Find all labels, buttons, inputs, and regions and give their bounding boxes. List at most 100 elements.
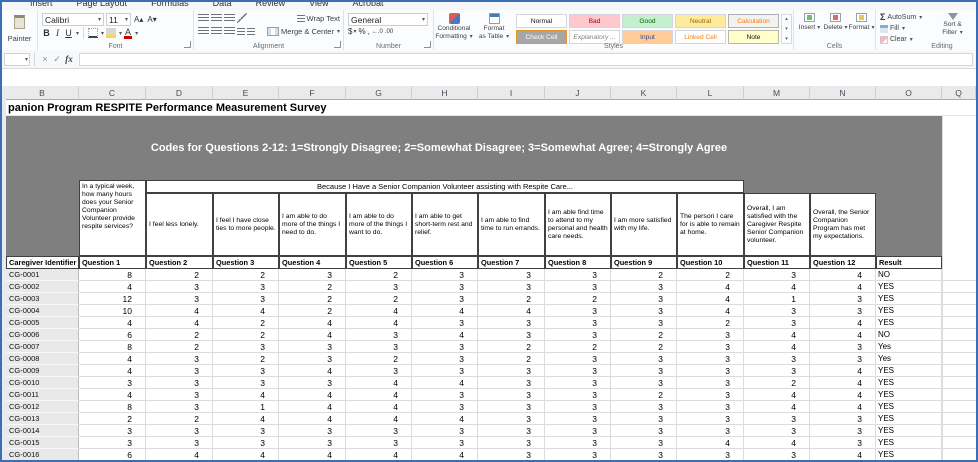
answer-cell[interactable]: 3 bbox=[279, 437, 346, 449]
answer-cell[interactable]: 4 bbox=[412, 329, 478, 341]
table-header-cell[interactable]: Question 10 bbox=[677, 256, 744, 269]
answer-cell[interactable]: 2 bbox=[545, 341, 611, 353]
answer-cell[interactable]: 3 bbox=[79, 425, 146, 437]
answer-cell[interactable]: 4 bbox=[79, 389, 146, 401]
answer-cell[interactable]: 3 bbox=[412, 281, 478, 293]
ribbon-tab-page-layout[interactable]: Page Layout bbox=[77, 2, 128, 10]
column-header-O[interactable]: O bbox=[876, 86, 942, 100]
answer-cell[interactable]: 6 bbox=[79, 329, 146, 341]
align-bottom-icon[interactable] bbox=[224, 14, 235, 23]
answer-cell[interactable]: 3 bbox=[146, 281, 213, 293]
answer-cell[interactable]: 3 bbox=[545, 389, 611, 401]
answer-cell[interactable]: 4 bbox=[744, 437, 810, 449]
answer-cell[interactable]: 3 bbox=[279, 425, 346, 437]
answer-cell[interactable]: 3 bbox=[412, 317, 478, 329]
format-painter-button[interactable]: Painter bbox=[2, 34, 37, 43]
ribbon-tab-insert[interactable]: Insert bbox=[30, 2, 53, 10]
answer-cell[interactable]: 2 bbox=[79, 413, 146, 425]
answer-cell[interactable]: 3 bbox=[611, 377, 677, 389]
table-header-cell[interactable]: Question 9 bbox=[611, 256, 677, 269]
answer-cell[interactable]: 4 bbox=[810, 281, 876, 293]
result-cell[interactable]: YES bbox=[876, 449, 942, 461]
comma-format-button[interactable]: , bbox=[368, 27, 370, 36]
answer-cell[interactable]: 3 bbox=[611, 437, 677, 449]
answer-cell[interactable]: 3 bbox=[677, 413, 744, 425]
answer-cell[interactable]: 4 bbox=[412, 449, 478, 461]
answer-cell[interactable]: 4 bbox=[279, 317, 346, 329]
answer-cell[interactable]: 3 bbox=[478, 281, 545, 293]
italic-button[interactable]: I bbox=[53, 28, 62, 38]
cancel-button[interactable]: × bbox=[39, 54, 51, 64]
answer-cell[interactable]: 3 bbox=[279, 353, 346, 365]
answer-cell[interactable]: 3 bbox=[412, 389, 478, 401]
question-description-cell[interactable]: I feel I have close ties to more people. bbox=[213, 193, 279, 256]
question-description-cell[interactable]: I am able find time to attend to my pers… bbox=[545, 193, 611, 256]
answer-cell[interactable]: 3 bbox=[346, 329, 412, 341]
cell-style-bad[interactable]: Bad bbox=[569, 14, 620, 28]
result-cell[interactable]: YES bbox=[876, 401, 942, 413]
answer-cell[interactable]: 3 bbox=[545, 449, 611, 461]
answer-cell[interactable]: 4 bbox=[146, 305, 213, 317]
answer-cell[interactable]: 3 bbox=[79, 377, 146, 389]
cell-style-check-cell[interactable]: Check Cell bbox=[516, 30, 567, 44]
answer-cell[interactable]: 3 bbox=[146, 365, 213, 377]
answer-cell[interactable]: 3 bbox=[677, 329, 744, 341]
answer-cell[interactable]: 3 bbox=[611, 317, 677, 329]
answer-cell[interactable]: 3 bbox=[744, 449, 810, 461]
autosum-button[interactable]: Σ AutoSum ▾ bbox=[880, 13, 934, 22]
answer-cell[interactable]: 3 bbox=[478, 389, 545, 401]
caregiver-id-cell[interactable]: CG-0008 bbox=[6, 353, 79, 365]
answer-cell[interactable]: 4 bbox=[810, 365, 876, 377]
answer-cell[interactable]: 3 bbox=[346, 365, 412, 377]
answer-cell[interactable]: 8 bbox=[79, 269, 146, 281]
answer-cell[interactable]: 2 bbox=[545, 293, 611, 305]
column-header-I[interactable]: I bbox=[478, 86, 545, 100]
because-header-cell[interactable]: Because I Have a Senior Companion Volunt… bbox=[146, 180, 744, 193]
answer-cell[interactable]: 4 bbox=[810, 329, 876, 341]
answer-cell[interactable]: 3 bbox=[744, 353, 810, 365]
answer-cell[interactable]: 4 bbox=[412, 377, 478, 389]
answer-cell[interactable]: 4 bbox=[279, 365, 346, 377]
ribbon-tab-data[interactable]: Data bbox=[213, 2, 232, 10]
gallery-more-icon[interactable]: ▾ bbox=[785, 36, 788, 42]
answer-cell[interactable]: 3 bbox=[677, 377, 744, 389]
answer-cell[interactable]: 3 bbox=[146, 437, 213, 449]
caregiver-id-cell[interactable]: CG-0009 bbox=[6, 365, 79, 377]
answer-cell[interactable]: 3 bbox=[744, 425, 810, 437]
caregiver-id-cell[interactable]: CG-0002 bbox=[6, 281, 79, 293]
caregiver-id-cell[interactable]: CG-0014 bbox=[6, 425, 79, 437]
answer-cell[interactable]: 3 bbox=[744, 317, 810, 329]
answer-cell[interactable]: 3 bbox=[412, 365, 478, 377]
increase-decimal-button[interactable]: ←.0 bbox=[372, 29, 383, 35]
answer-cell[interactable]: 4 bbox=[346, 305, 412, 317]
caregiver-id-cell[interactable]: CG-0001 bbox=[6, 269, 79, 281]
answer-cell[interactable]: 3 bbox=[279, 269, 346, 281]
answer-cell[interactable]: 4 bbox=[412, 413, 478, 425]
answer-cell[interactable]: 2 bbox=[744, 377, 810, 389]
answer-cell[interactable]: 3 bbox=[79, 437, 146, 449]
answer-cell[interactable]: 3 bbox=[478, 449, 545, 461]
table-header-cell[interactable]: Question 6 bbox=[412, 256, 478, 269]
answer-cell[interactable]: 3 bbox=[146, 425, 213, 437]
answer-cell[interactable]: 2 bbox=[213, 269, 279, 281]
caregiver-id-cell[interactable]: CG-0010 bbox=[6, 377, 79, 389]
answer-cell[interactable]: 3 bbox=[677, 353, 744, 365]
answer-cell[interactable]: 3 bbox=[213, 365, 279, 377]
answer-cell[interactable]: 4 bbox=[346, 413, 412, 425]
result-cell[interactable]: YES bbox=[876, 365, 942, 377]
answer-cell[interactable]: 2 bbox=[611, 329, 677, 341]
increase-indent-icon[interactable] bbox=[247, 28, 255, 35]
answer-cell[interactable]: 3 bbox=[611, 353, 677, 365]
answer-cell[interactable]: 3 bbox=[478, 365, 545, 377]
answer-cell[interactable]: 3 bbox=[810, 425, 876, 437]
answer-cell[interactable]: 3 bbox=[545, 365, 611, 377]
answer-cell[interactable]: 3 bbox=[611, 413, 677, 425]
table-header-cell[interactable]: Question 11 bbox=[744, 256, 810, 269]
answer-cell[interactable]: 4 bbox=[810, 389, 876, 401]
answer-cell[interactable]: 4 bbox=[146, 449, 213, 461]
answer-cell[interactable]: 8 bbox=[79, 341, 146, 353]
result-cell[interactable]: YES bbox=[876, 377, 942, 389]
result-cell[interactable]: NO bbox=[876, 269, 942, 281]
caregiver-id-cell[interactable]: CG-0016 bbox=[6, 449, 79, 461]
answer-cell[interactable]: 3 bbox=[146, 389, 213, 401]
